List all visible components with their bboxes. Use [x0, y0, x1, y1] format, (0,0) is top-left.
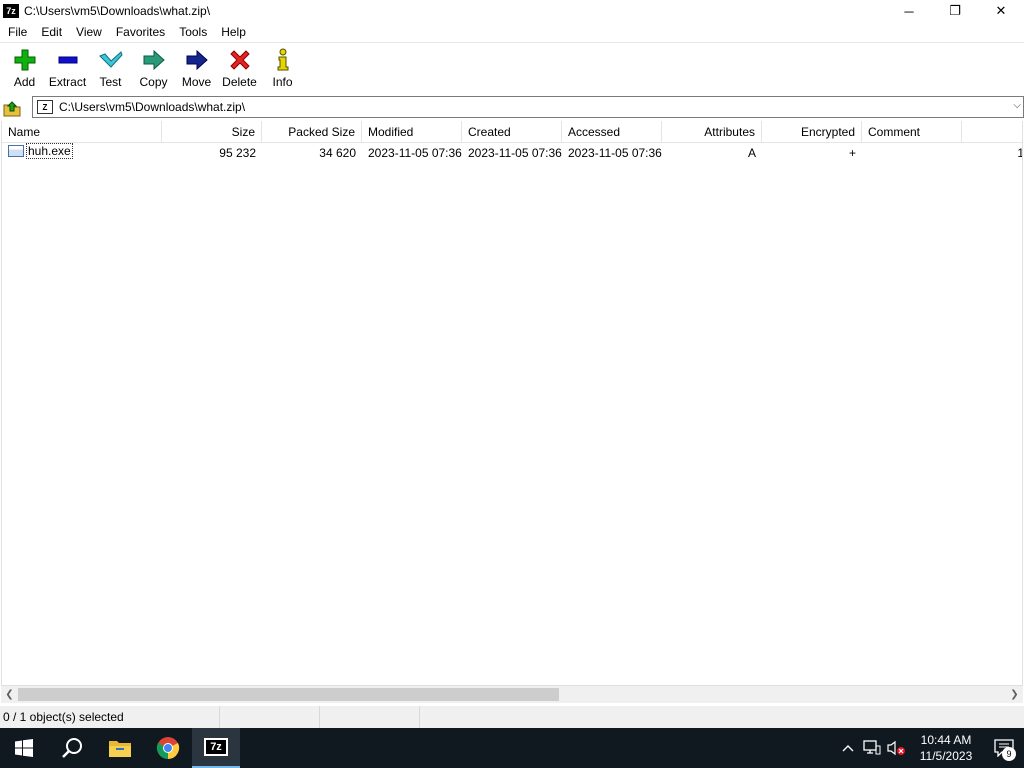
title-bar: 7z C:\Users\vm5\Downloads\what.zip\ ─ ❐ … [0, 0, 1024, 22]
column-modified[interactable]: Modified [362, 121, 462, 143]
arrow-right-icon [185, 48, 209, 72]
address-path: C:\Users\vm5\Downloads\what.zip\ [59, 100, 246, 114]
windows-start-icon[interactable] [0, 728, 48, 768]
file-name: huh.exe [26, 143, 73, 159]
arrow-right-icon [142, 48, 166, 72]
copy-label: Copy [139, 75, 168, 89]
cell-modified: 2023-11-05 07:36 [368, 146, 462, 160]
minimize-button[interactable]: ─ [886, 0, 932, 22]
column-comment[interactable]: Comment [862, 121, 962, 143]
column-created[interactable]: Created [462, 121, 562, 143]
cell-name: huh.exe [2, 143, 162, 163]
extract-label: Extract [48, 75, 87, 89]
7zip-app-icon: 7z [3, 4, 19, 18]
cell-crc: 1D! [962, 143, 1022, 163]
extract-button[interactable]: Extract [46, 44, 89, 92]
test-label: Test [99, 75, 122, 89]
menu-edit[interactable]: Edit [34, 22, 69, 43]
clock-date: 11/5/2023 [919, 749, 973, 763]
test-button[interactable]: Test [89, 44, 132, 92]
menu-favorites[interactable]: Favorites [109, 22, 172, 43]
column-packed-size[interactable]: Packed Size [262, 121, 362, 143]
scroll-thumb[interactable] [18, 688, 559, 701]
column-encrypted[interactable]: Encrypted [762, 121, 862, 143]
column-name[interactable]: Name [2, 121, 162, 143]
file-list: Name Size Packed Size Modified Created A… [1, 121, 1023, 686]
add-button[interactable]: Add [3, 44, 46, 92]
status-bar: 0 / 1 object(s) selected [0, 706, 1024, 728]
status-panel-4 [420, 706, 1024, 728]
status-selection: 0 / 1 object(s) selected [0, 706, 220, 728]
cell-attributes: A [747, 146, 756, 160]
menu-bar: File Edit View Favorites Tools Help [0, 22, 1024, 43]
x-icon [228, 48, 252, 72]
search-icon[interactable] [48, 728, 96, 768]
cell-size: 95 232 [219, 146, 256, 160]
exe-file-icon [8, 145, 24, 157]
minus-icon [56, 48, 80, 72]
taskbar: 7z 10:44 AM 11/5/2023 9 [0, 728, 1024, 768]
column-accessed[interactable]: Accessed [562, 121, 662, 143]
menu-view[interactable]: View [69, 22, 109, 43]
system-tray: 10:44 AM 11/5/2023 9 [836, 728, 1024, 768]
horizontal-scrollbar[interactable]: ❮ ❯ [1, 686, 1023, 703]
check-icon [98, 48, 123, 72]
cell-accessed: 2023-11-05 07:36 [568, 146, 662, 160]
chevron-down-icon[interactable]: ⌵ [1013, 100, 1021, 111]
info-button[interactable]: Info [261, 44, 304, 92]
chrome-icon[interactable] [144, 728, 192, 768]
restore-button[interactable]: ❐ [932, 0, 978, 22]
folder-up-icon [3, 100, 21, 116]
info-icon [271, 48, 295, 72]
volume-muted-icon[interactable] [884, 728, 908, 768]
status-panel-2 [220, 706, 320, 728]
copy-button[interactable]: Copy [132, 44, 175, 92]
cell-created: 2023-11-05 07:36 [468, 146, 562, 160]
column-crc[interactable] [962, 121, 1022, 143]
delete-button[interactable]: Delete [218, 44, 261, 92]
menu-file[interactable]: File [0, 22, 34, 43]
menu-help[interactable]: Help [214, 22, 253, 43]
clock-time: 10:44 AM [920, 733, 972, 747]
address-bar: Z C:\Users\vm5\Downloads\what.zip\ ⌵ [0, 96, 1024, 119]
info-label: Info [272, 75, 293, 89]
scroll-right-icon[interactable]: ❯ [1006, 686, 1023, 703]
move-button[interactable]: Move [175, 44, 218, 92]
chevron-up-icon[interactable] [836, 728, 860, 768]
window-title: C:\Users\vm5\Downloads\what.zip\ [24, 4, 211, 18]
column-attributes[interactable]: Attributes [662, 121, 762, 143]
scroll-track[interactable] [18, 686, 1006, 703]
up-folder-button[interactable] [0, 97, 24, 119]
move-label: Move [181, 75, 212, 89]
file-explorer-icon[interactable] [96, 728, 144, 768]
network-icon[interactable] [860, 728, 884, 768]
notification-count: 9 [1002, 747, 1016, 761]
status-panel-3 [320, 706, 420, 728]
window-controls: ─ ❐ ✕ [886, 0, 1024, 22]
scroll-left-icon[interactable]: ❮ [1, 686, 18, 703]
delete-label: Delete [222, 75, 257, 89]
toolbar: Add Extract Test Copy Move Delete Info [0, 44, 1024, 94]
list-header: Name Size Packed Size Modified Created A… [2, 121, 1022, 143]
column-size[interactable]: Size [162, 121, 262, 143]
add-label: Add [13, 75, 36, 89]
table-row[interactable]: huh.exe 95 232 34 620 2023-11-05 07:36 2… [2, 143, 1022, 163]
plus-icon [13, 48, 37, 72]
address-field[interactable]: Z C:\Users\vm5\Downloads\what.zip\ ⌵ [32, 96, 1024, 118]
cell-comment [862, 143, 962, 163]
cell-encrypted: + [848, 146, 856, 160]
zip-archive-icon: Z [37, 100, 53, 114]
7zip-icon[interactable]: 7z [192, 728, 240, 768]
close-button[interactable]: ✕ [978, 0, 1024, 22]
cell-packed-size: 34 620 [319, 146, 356, 160]
clock[interactable]: 10:44 AM 11/5/2023 [908, 732, 984, 764]
notification-center-icon[interactable]: 9 [984, 728, 1024, 768]
menu-tools[interactable]: Tools [172, 22, 214, 43]
7zip-taskbar-label: 7z [204, 738, 228, 756]
